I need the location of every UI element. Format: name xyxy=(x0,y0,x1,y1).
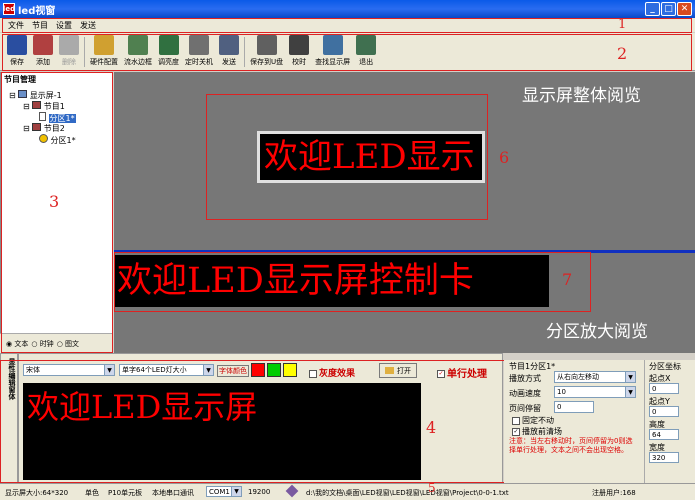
preview-area: 显示屏整体阅览 欢迎LED显示 6 欢迎LED显示屏控制卡 7 分区放大阅览 xyxy=(114,72,695,353)
zoom-preview-label: 分区放大阅览 xyxy=(546,322,648,342)
clear-before-play-checkbox[interactable]: ✓ 播放前清场 xyxy=(512,426,562,437)
minimize-icon[interactable]: _ xyxy=(645,2,660,16)
chevron-down-icon: ▼ xyxy=(625,372,635,382)
chevron-down-icon: ▼ xyxy=(625,387,635,397)
pause-input[interactable]: 0 xyxy=(554,401,594,413)
title-bar: led led视窗 _ □ ✕ xyxy=(0,0,695,18)
annotation-3: 3 xyxy=(49,192,60,211)
height-input[interactable]: 64 xyxy=(649,429,679,440)
zone-coords-panel: 分区坐标 起点X 0 起点Y 0 高度 64 宽度 320 xyxy=(644,360,695,483)
chevron-down-icon: ▼ xyxy=(231,487,241,496)
screen-preview-text: 欢迎LED显示 xyxy=(264,137,475,177)
status-screen-size: 显示屏大小:64*320 xyxy=(5,489,69,497)
port-select[interactable]: COM1 ▼ xyxy=(206,486,242,497)
pause-label: 页间停留 xyxy=(509,404,541,413)
start-y-input[interactable]: 0 xyxy=(649,406,679,417)
coords-title: 分区坐标 xyxy=(649,362,681,371)
status-board: P10单元板 xyxy=(108,489,143,497)
overall-preview-label: 显示屏整体阅览 xyxy=(522,86,641,106)
play-mode-select[interactable]: 从右向左移动 ▼ xyxy=(554,371,636,383)
maximize-icon[interactable]: □ xyxy=(661,2,676,16)
props-title: 节目1分区1* xyxy=(509,362,556,371)
speed-label: 动画速度 xyxy=(509,389,541,398)
annotation-7: 7 xyxy=(562,270,573,289)
annotation-box-1 xyxy=(2,18,692,33)
annotation-2: 2 xyxy=(617,44,628,63)
props-note: 注意：当左右移动时，页间停留为0则选择单行处理，文本之间不会出现空格。 xyxy=(509,437,633,454)
annotation-box-3 xyxy=(1,72,113,353)
annotation-5: 5 xyxy=(428,481,436,495)
status-bar: 显示屏大小:64*320 单色 P10单元板 本地串口通讯 COM1 ▼ 1920… xyxy=(0,481,695,500)
status-baud: 19200 xyxy=(248,488,271,496)
status-color-mode: 单色 xyxy=(85,489,99,497)
annotation-1: 1 xyxy=(618,17,627,32)
annotation-box-2 xyxy=(2,34,692,71)
fixed-checkbox[interactable]: 固定不动 xyxy=(512,415,554,426)
status-comm: 本地串口通讯 xyxy=(152,489,194,497)
window-title: led视窗 xyxy=(18,5,56,17)
status-path: d:\我的文档\桌面\LED视窗\LED视窗\LED视窗\Project\0-0… xyxy=(306,489,509,497)
annotation-6: 6 xyxy=(499,148,510,167)
project-icon xyxy=(285,484,299,498)
led-screen-preview: 欢迎LED显示 xyxy=(257,131,485,183)
app-icon: led xyxy=(2,3,16,15)
annotation-box-7 xyxy=(114,252,591,312)
speed-select[interactable]: 10 ▼ xyxy=(554,386,636,398)
width-input[interactable]: 320 xyxy=(649,452,679,463)
status-user: 注册用户:168 xyxy=(592,489,636,497)
start-x-input[interactable]: 0 xyxy=(649,383,679,394)
close-icon[interactable]: ✕ xyxy=(677,2,692,16)
zone-properties-panel: 节目1分区1* 播放方式 从右向左移动 ▼ 动画速度 10 ▼ 页间停留 0 固定不… xyxy=(504,360,644,483)
play-mode-label: 播放方式 xyxy=(509,374,541,383)
